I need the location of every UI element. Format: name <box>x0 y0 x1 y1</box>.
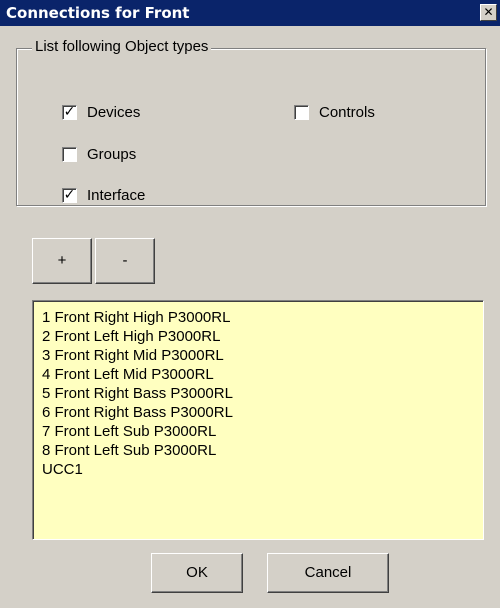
window-title: Connections for Front <box>6 4 190 22</box>
devices-checkbox[interactable]: ✓ Devices <box>62 104 140 121</box>
interface-checkbox-box[interactable]: ✓ <box>62 188 77 203</box>
list-item[interactable]: 6 Front Right Bass P3000RL <box>42 403 483 422</box>
list-item[interactable]: 7 Front Left Sub P3000RL <box>42 422 483 441</box>
controls-checkbox-box[interactable] <box>294 105 309 120</box>
controls-checkbox[interactable]: Controls <box>294 104 375 121</box>
groups-checkbox-box[interactable] <box>62 147 77 162</box>
list-item[interactable]: 2 Front Left High P3000RL <box>42 327 483 346</box>
title-bar[interactable]: Connections for Front ✕ <box>0 0 500 26</box>
cancel-button[interactable]: Cancel <box>267 553 389 593</box>
object-types-groupbox <box>16 48 486 206</box>
devices-label: Devices <box>87 104 141 121</box>
add-button[interactable]: + <box>32 238 92 284</box>
list-item[interactable]: 8 Front Left Sub P3000RL <box>42 441 483 460</box>
interface-checkbox[interactable]: ✓ Interface <box>62 187 145 204</box>
list-item[interactable]: 1 Front Right High P3000RL <box>42 308 483 327</box>
close-icon: ✕ <box>483 5 494 19</box>
ok-button[interactable]: OK <box>151 553 243 593</box>
groupbox-label: List following Object types <box>32 38 212 55</box>
list-item[interactable]: 3 Front Right Mid P3000RL <box>42 346 483 365</box>
connections-dialog: Connections for Front ✕ List following O… <box>0 0 500 608</box>
close-button[interactable]: ✕ <box>480 4 497 21</box>
groups-checkbox[interactable]: Groups <box>62 146 136 163</box>
connections-list[interactable]: 1 Front Right High P3000RL 2 Front Left … <box>32 300 484 540</box>
list-item[interactable]: 4 Front Left Mid P3000RL <box>42 365 483 384</box>
interface-label: Interface <box>87 187 146 204</box>
devices-checkbox-box[interactable]: ✓ <box>62 105 77 120</box>
controls-label: Controls <box>319 104 375 121</box>
remove-button[interactable]: - <box>95 238 155 284</box>
groups-label: Groups <box>87 146 137 163</box>
list-item[interactable]: 5 Front Right Bass P3000RL <box>42 384 483 403</box>
list-item[interactable]: UCC1 <box>42 460 483 479</box>
